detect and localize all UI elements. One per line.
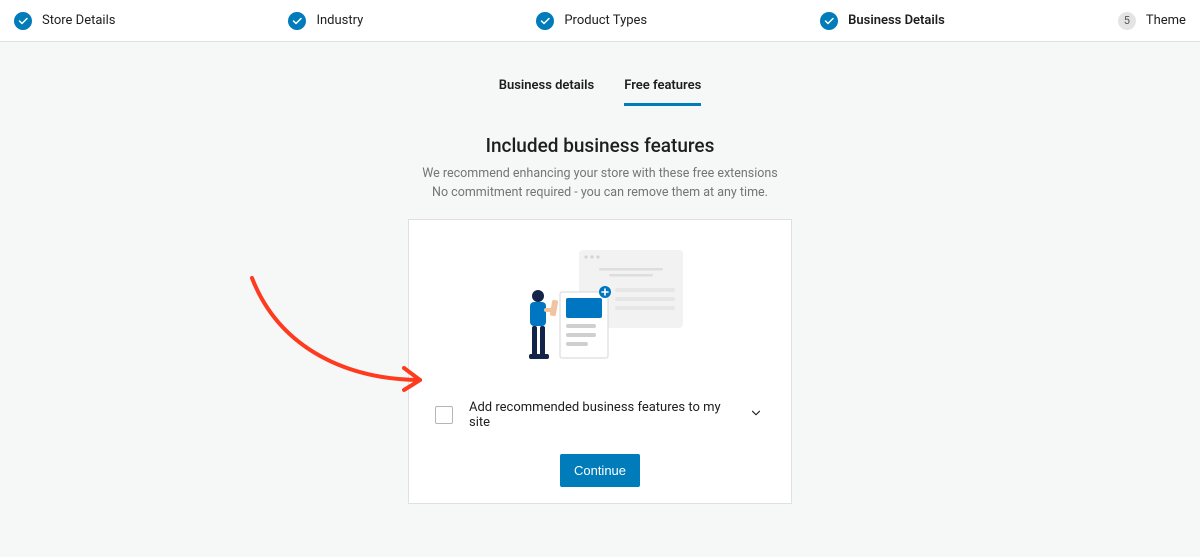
- recommended-features-checkbox[interactable]: [435, 406, 453, 424]
- check-icon: [820, 12, 838, 30]
- intro-section: Included business features We recommend …: [0, 134, 1200, 203]
- features-illustration: [433, 244, 767, 372]
- step-business-details[interactable]: Business Details: [820, 12, 945, 30]
- card-actions: Continue: [433, 454, 767, 487]
- step-label: Industry: [316, 13, 363, 28]
- step-number-badge: 5: [1118, 12, 1136, 30]
- intro-title: Included business features: [0, 134, 1200, 157]
- wizard-stepper: Store Details Industry Product Types Bus…: [0, 0, 1200, 42]
- tab-free-features[interactable]: Free features: [624, 78, 701, 106]
- check-icon: [288, 12, 306, 30]
- features-card: Add recommended business features to my …: [408, 219, 792, 504]
- recommended-features-label: Add recommended business features to my …: [469, 400, 731, 430]
- check-icon: [536, 12, 554, 30]
- recommended-features-row: Add recommended business features to my …: [433, 400, 767, 430]
- step-theme[interactable]: 5 Theme: [1118, 12, 1186, 30]
- step-label: Store Details: [42, 13, 115, 28]
- tab-business-details[interactable]: Business details: [499, 78, 595, 106]
- chevron-down-icon: [749, 405, 763, 424]
- step-store-details[interactable]: Store Details: [14, 12, 115, 30]
- inner-tabs: Business details Free features: [0, 78, 1200, 106]
- step-label: Product Types: [564, 13, 647, 28]
- intro-description: We recommend enhancing your store with t…: [0, 165, 1200, 203]
- step-industry[interactable]: Industry: [288, 12, 363, 30]
- continue-button[interactable]: Continue: [560, 454, 640, 487]
- check-icon: [14, 12, 32, 30]
- step-label: Theme: [1146, 13, 1186, 28]
- step-label: Business Details: [848, 13, 945, 28]
- step-product-types[interactable]: Product Types: [536, 12, 647, 30]
- expand-features-toggle[interactable]: [747, 406, 765, 424]
